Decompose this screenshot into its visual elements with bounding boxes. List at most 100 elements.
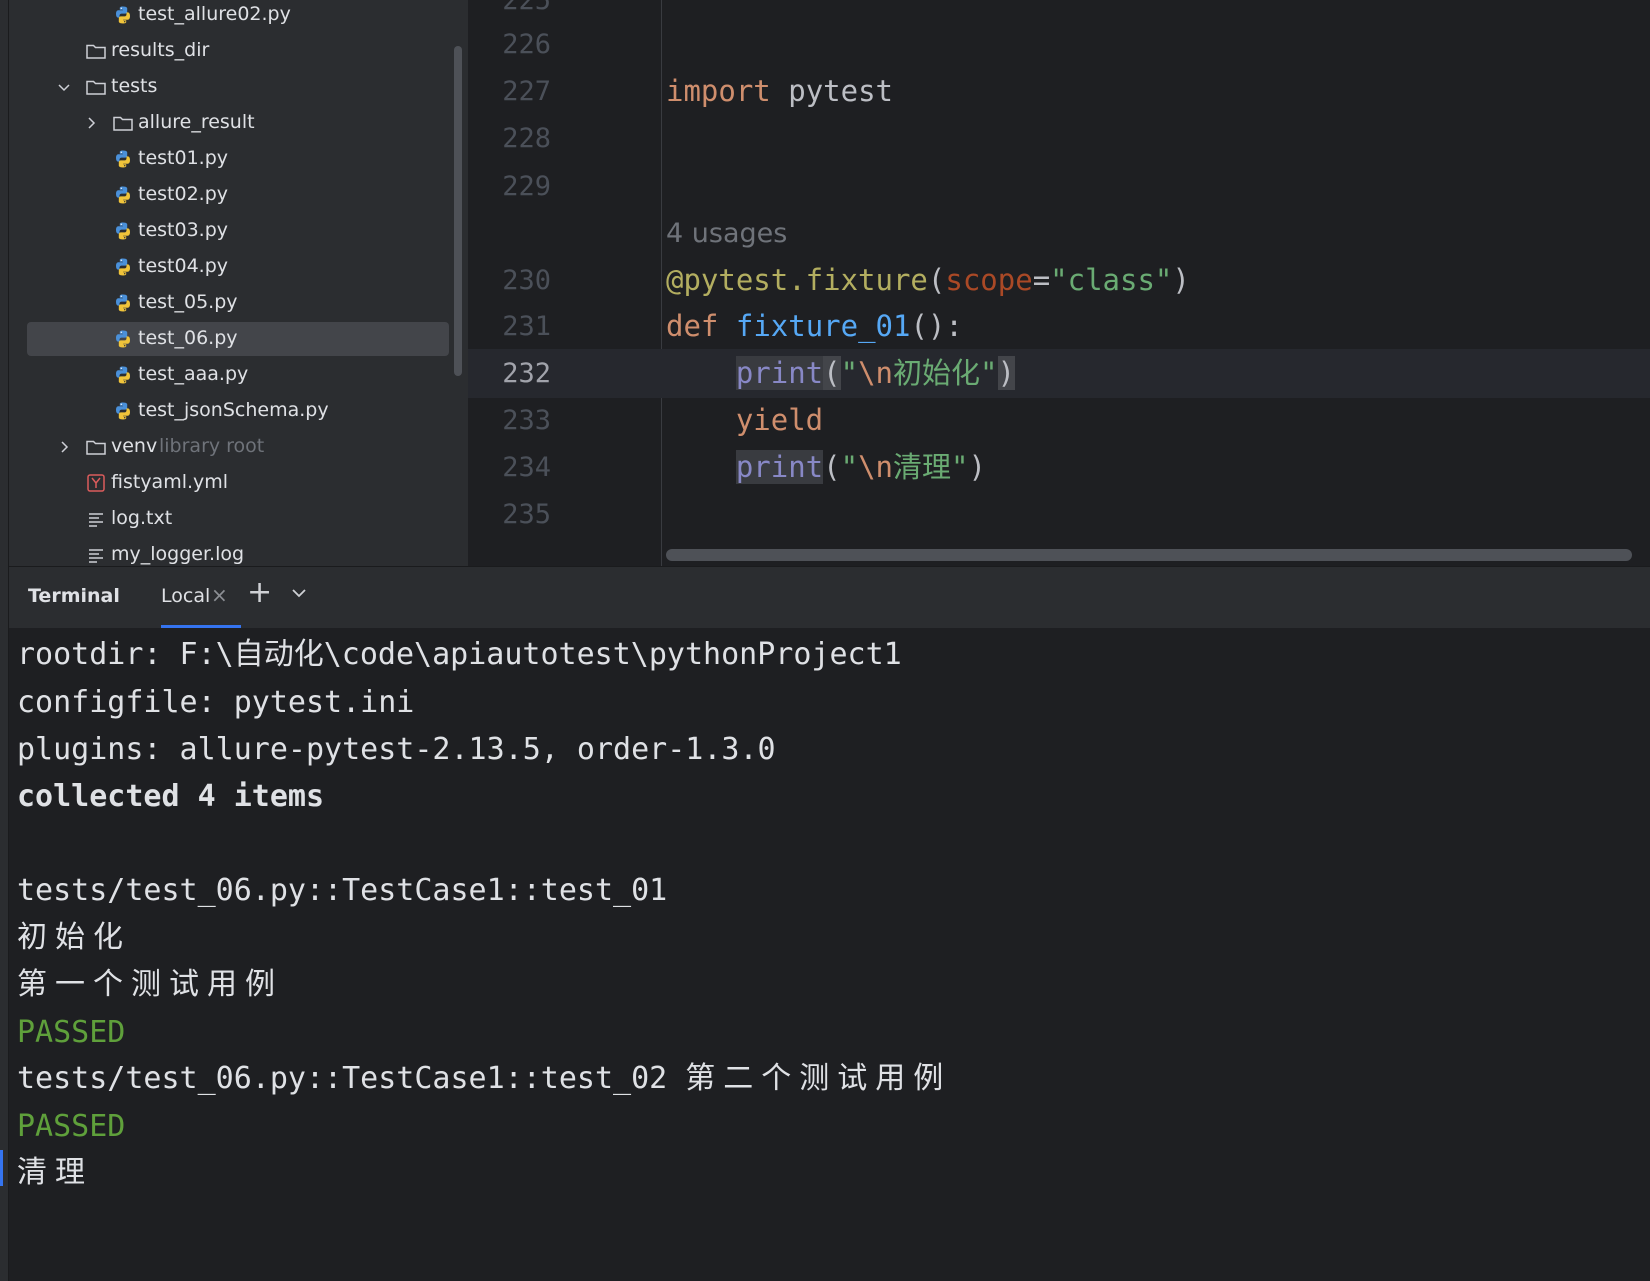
terminal-line: tests/test_06.py::TestCase1::test_02 第二个…: [17, 1061, 952, 1096]
python-file-icon: [112, 364, 134, 386]
tree-item[interactable]: test04.py: [9, 249, 449, 285]
python-file-icon: [112, 184, 134, 206]
tree-item-label: test03.py: [138, 219, 229, 241]
tree-item[interactable]: test03.py: [9, 213, 449, 249]
line-number: 235: [502, 499, 551, 530]
terminal-line: 初始化: [17, 920, 131, 955]
editor-horizontal-scrollbar[interactable]: [666, 549, 1632, 561]
chevron-right-icon[interactable]: [57, 440, 71, 454]
line-number: 232: [502, 358, 551, 389]
code-text: import pytest: [666, 74, 893, 108]
python-file-icon: [112, 220, 134, 242]
tree-item[interactable]: test02.py: [9, 177, 449, 213]
tree-item-label: allure_result: [138, 111, 255, 133]
tree-item-label: tests: [111, 75, 158, 97]
tree-item[interactable]: fistyaml.yml: [9, 465, 449, 501]
terminal-line: rootdir: F:\自动化\code\apiautotest\pythonP…: [17, 637, 902, 672]
tree-item-label: log.txt: [111, 507, 173, 529]
code-line[interactable]: 233 yield: [468, 396, 1650, 445]
new-tab-plus-icon[interactable]: +: [247, 575, 272, 610]
yaml-file-icon: [85, 472, 107, 494]
tab-local[interactable]: Local: [161, 585, 210, 607]
tree-item[interactable]: test_jsonSchema.py: [9, 393, 449, 429]
project-tree-panel: test_allure02.py results_dirtests allure_r…: [9, 0, 468, 566]
folder-icon: [112, 112, 134, 134]
terminal-output[interactable]: rootdir: F:\自动化\code\apiautotest\pythonP…: [9, 628, 1650, 1281]
tree-item[interactable]: results_dir: [9, 33, 449, 69]
terminal-line-passed: PASSED: [17, 1109, 126, 1144]
close-tab-icon[interactable]: ×: [211, 583, 228, 607]
code-line[interactable]: 230 @pytest.fixture(scope="class"): [468, 256, 1650, 305]
terminal-line: collected 4 items: [17, 779, 325, 814]
code-text: def fixture_01():: [666, 309, 963, 343]
tree-item-label: test_allure02.py: [138, 3, 291, 25]
line-number: 231: [502, 311, 551, 342]
terminal-tool-header: Terminal Local × +: [9, 566, 1650, 629]
chevron-down-icon[interactable]: [57, 80, 71, 94]
code-text: print("\n初始化"): [735, 356, 1015, 390]
code-line[interactable]: 227 import pytest: [468, 67, 1650, 116]
usages-hint[interactable]: 4 usages: [666, 209, 787, 258]
python-file-icon: [112, 328, 134, 350]
tree-item-label: test04.py: [138, 255, 229, 277]
tree-item[interactable]: test_allure02.py: [9, 0, 449, 33]
tree-item[interactable]: test_05.py: [9, 285, 449, 321]
python-file-icon: [112, 400, 134, 422]
python-file-icon: [112, 256, 134, 278]
python-file-icon: [112, 292, 134, 314]
tree-item[interactable]: venv library root: [9, 429, 449, 465]
tree-item[interactable]: my_logger.log: [9, 537, 449, 566]
line-number: 226: [502, 29, 551, 60]
tree-item[interactable]: test_06.py: [9, 321, 449, 357]
text-file-icon: [85, 544, 107, 566]
text-file-icon: [85, 508, 107, 530]
tree-item[interactable]: test01.py: [9, 141, 449, 177]
line-number: 230: [502, 265, 551, 296]
tree-item-label: results_dir: [111, 39, 210, 61]
tree-item-label: test_jsonSchema.py: [138, 399, 329, 421]
code-line-current[interactable]: 232 print("\n初始化"): [468, 349, 1650, 398]
terminal-line: 清理: [17, 1155, 93, 1190]
folder-icon: [85, 76, 107, 98]
folder-icon: [85, 436, 107, 458]
terminal-title[interactable]: Terminal: [28, 585, 120, 607]
code-line[interactable]: 231 def fixture_01():: [468, 302, 1650, 351]
line-number: 233: [502, 405, 551, 436]
project-tree-scrollbar[interactable]: [454, 46, 462, 376]
terminal-line: tests/test_06.py::TestCase1::test_01: [17, 873, 668, 908]
tree-item[interactable]: test_aaa.py: [9, 357, 449, 393]
tree-item-label: fistyaml.yml: [111, 471, 229, 493]
library-root-hint: library root: [159, 435, 265, 457]
code-text: @pytest.fixture(scope="class"): [666, 263, 1190, 297]
tree-item[interactable]: allure_result: [9, 105, 449, 141]
python-file-icon: [112, 148, 134, 170]
terminal-line-passed: PASSED: [17, 1015, 126, 1050]
code-line: 235: [468, 490, 1650, 539]
tree-item-label: test_05.py: [138, 291, 238, 313]
code-line: 226: [468, 20, 1650, 69]
code-text: yield: [735, 403, 824, 437]
left-tool-strip: [0, 0, 9, 1281]
chevron-down-icon[interactable]: [289, 583, 309, 607]
tree-item[interactable]: log.txt: [9, 501, 449, 537]
tree-item[interactable]: tests: [9, 69, 449, 105]
code-editor[interactable]: 225 226 227 import pytest 228 229 4 usag…: [468, 0, 1650, 566]
tree-item-label: test02.py: [138, 183, 229, 205]
terminal-edge-marker: [0, 1150, 3, 1186]
line-number: 228: [502, 123, 551, 154]
code-line: 228: [468, 114, 1650, 163]
code-line[interactable]: 234 print("\n清理"): [468, 443, 1650, 492]
chevron-right-icon[interactable]: [84, 116, 98, 130]
line-number: 234: [502, 452, 551, 483]
line-number: 229: [502, 171, 551, 202]
line-number: 227: [502, 76, 551, 107]
code-line: 229: [468, 162, 1650, 211]
terminal-line: plugins: allure-pytest-2.13.5, order-1.3…: [17, 732, 776, 767]
terminal-line: configfile: pytest.ini: [17, 685, 415, 720]
python-file-icon: [112, 4, 134, 26]
folder-icon: [85, 40, 107, 62]
tree-item-label: test01.py: [138, 147, 229, 169]
tree-item-label: venv: [111, 435, 158, 457]
selection-highlight: [27, 322, 449, 356]
tree-item-label: test_06.py: [138, 327, 238, 349]
